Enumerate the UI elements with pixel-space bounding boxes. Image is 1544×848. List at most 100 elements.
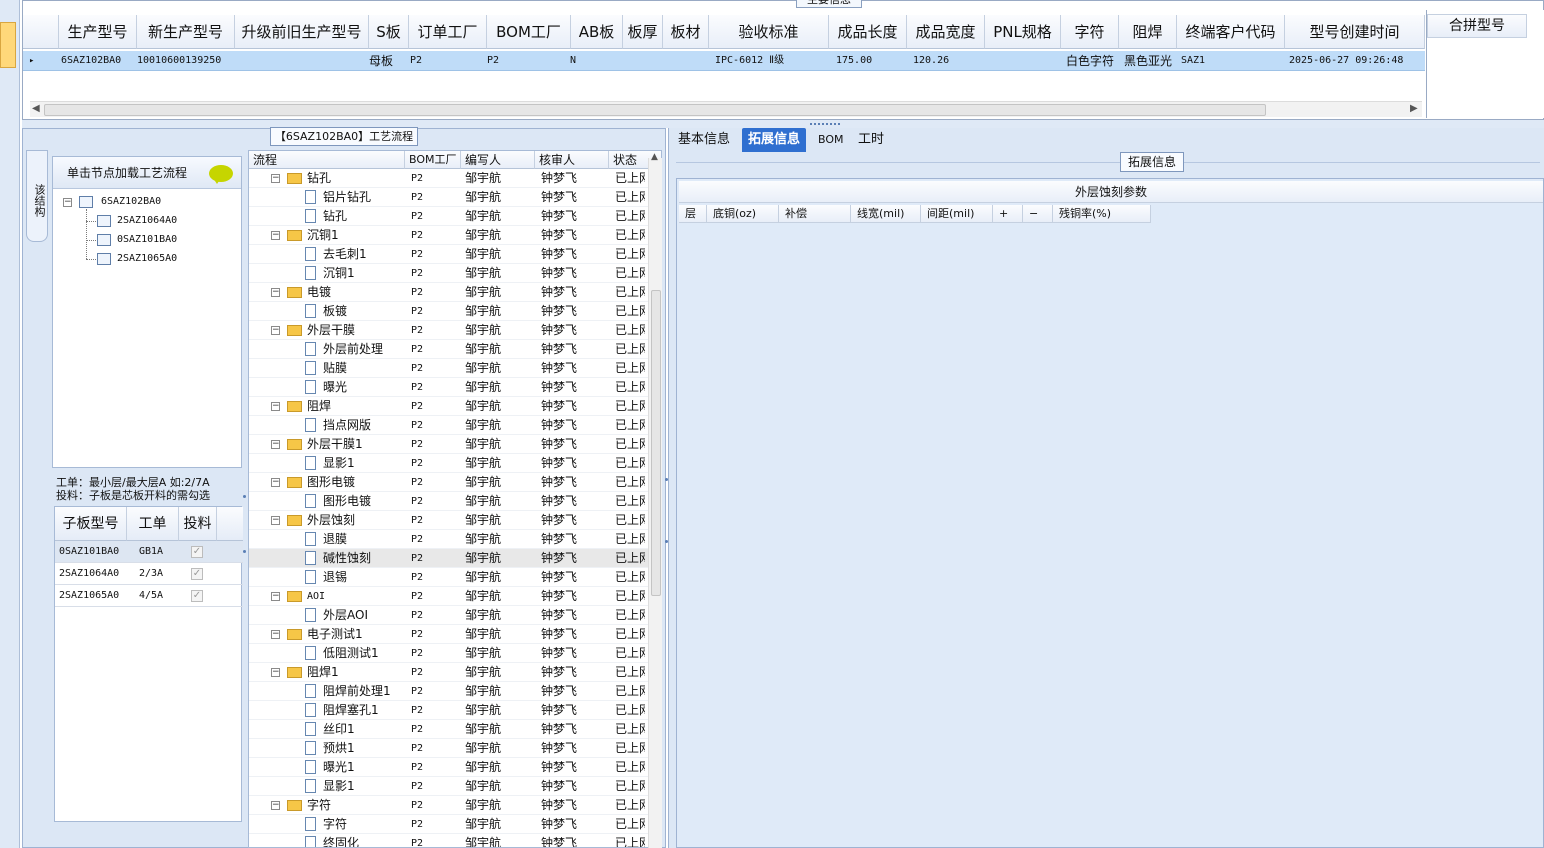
flow-row[interactable]: − 图形电镀 P2邹宇航钟梦飞已上网	[249, 473, 649, 492]
flow-row[interactable]: − AOI P2邹宇航钟梦飞已上网	[249, 587, 649, 606]
flow-writer[interactable]: 邹宇航	[465, 606, 525, 625]
flow-row[interactable]: 沉铜1 P2邹宇航钟梦飞已上网	[249, 264, 649, 283]
flow-factory[interactable]: P2	[411, 454, 471, 473]
flow-status[interactable]: 已上网	[615, 188, 645, 207]
flow-row[interactable]: 碱性蚀刻 P2邹宇航钟梦飞已上网	[249, 549, 649, 568]
cell-acceptance[interactable]: IPC-6012 Ⅱ级	[715, 51, 784, 71]
flow-reviewer[interactable]: 钟梦飞	[541, 777, 601, 796]
flow-status[interactable]: 已上网	[615, 834, 645, 847]
flow-row[interactable]: 曝光 P2邹宇航钟梦飞已上网	[249, 378, 649, 397]
col-header[interactable]: 升级前旧生产型号	[235, 15, 369, 49]
flow-name[interactable]: 丝印1	[323, 720, 403, 739]
flow-reviewer[interactable]: 钟梦飞	[541, 359, 601, 378]
collapse-icon[interactable]: −	[271, 630, 280, 639]
grid-corner[interactable]	[23, 15, 59, 49]
sub-model-cell[interactable]: 2SAZ1064A0	[59, 563, 119, 585]
tree-child[interactable]: 2SAZ1065A0	[117, 253, 177, 264]
collapse-icon[interactable]: −	[63, 198, 72, 207]
flow-factory[interactable]: P2	[411, 188, 471, 207]
col-layer[interactable]: 层	[679, 205, 707, 223]
cell-ab-board[interactable]: N	[570, 51, 576, 71]
flow-row[interactable]: − 沉铜1 P2邹宇航钟梦飞已上网	[249, 226, 649, 245]
table-row[interactable]: 2SAZ1064A0 2/3A ✓	[55, 563, 243, 585]
feed-checkbox[interactable]: ✓	[191, 546, 203, 558]
flow-reviewer[interactable]: 钟梦飞	[541, 663, 601, 682]
flow-factory[interactable]: P2	[411, 302, 471, 321]
flow-name[interactable]: 电子测试1	[307, 625, 387, 644]
col-header[interactable]: 板厚	[623, 15, 663, 49]
flow-name[interactable]: 字符	[307, 796, 387, 815]
flow-status[interactable]: 已上网	[615, 321, 645, 340]
flow-writer[interactable]: 邹宇航	[465, 397, 525, 416]
flow-status[interactable]: 已上网	[615, 226, 645, 245]
cell-length[interactable]: 175.00	[836, 51, 872, 71]
flow-name[interactable]: 外层干膜1	[307, 435, 387, 454]
flow-name[interactable]: 碱性蚀刻	[323, 549, 403, 568]
flow-row[interactable]: − 钻孔 P2邹宇航钟梦飞已上网	[249, 169, 649, 188]
flow-status[interactable]: 已上网	[615, 397, 645, 416]
flow-name[interactable]: 预烘1	[323, 739, 403, 758]
flow-writer[interactable]: 邹宇航	[465, 454, 525, 473]
flow-status[interactable]: 已上网	[615, 264, 645, 283]
flow-reviewer[interactable]: 钟梦飞	[541, 549, 601, 568]
col-header[interactable]: BOM工厂	[487, 15, 571, 49]
flow-factory[interactable]: P2	[411, 606, 471, 625]
flow-row[interactable]: 贴膜 P2邹宇航钟梦飞已上网	[249, 359, 649, 378]
flow-reviewer[interactable]: 钟梦飞	[541, 587, 601, 606]
flow-reviewer[interactable]: 钟梦飞	[541, 644, 601, 663]
cell-customer-code[interactable]: SAZ1	[1181, 51, 1205, 71]
col-header[interactable]: 型号创建时间	[1285, 15, 1425, 49]
flow-writer[interactable]: 邹宇航	[465, 644, 525, 663]
flow-reviewer[interactable]: 钟梦飞	[541, 473, 601, 492]
flow-reviewer[interactable]: 钟梦飞	[541, 739, 601, 758]
col-header[interactable]: AB板	[571, 15, 623, 49]
col-line-width[interactable]: 线宽(mil)	[851, 205, 921, 223]
flow-factory[interactable]: P2	[411, 283, 471, 302]
col-compensation[interactable]: 补偿	[779, 205, 851, 223]
flow-factory[interactable]: P2	[411, 777, 471, 796]
col-header[interactable]: 订单工厂	[409, 15, 487, 49]
flow-writer[interactable]: 邹宇航	[465, 473, 525, 492]
cell-s-board[interactable]: 母板	[369, 51, 393, 71]
flow-reviewer[interactable]: 钟梦飞	[541, 758, 601, 777]
flow-row[interactable]: − 外层干膜 P2邹宇航钟梦飞已上网	[249, 321, 649, 340]
scroll-thumb[interactable]	[651, 290, 661, 596]
scroll-thumb[interactable]	[44, 104, 1266, 116]
flow-reviewer[interactable]: 钟梦飞	[541, 435, 601, 454]
flow-reviewer[interactable]: 钟梦飞	[541, 397, 601, 416]
flow-writer[interactable]: 邹宇航	[465, 378, 525, 397]
flow-reviewer[interactable]: 钟梦飞	[541, 378, 601, 397]
flow-row[interactable]: 退锡 P2邹宇航钟梦飞已上网	[249, 568, 649, 587]
flow-reviewer[interactable]: 钟梦飞	[541, 492, 601, 511]
flow-writer[interactable]: 邹宇航	[465, 226, 525, 245]
cell-bom-factory[interactable]: P2	[487, 51, 499, 71]
flow-factory[interactable]: P2	[411, 834, 471, 847]
flow-factory[interactable]: P2	[411, 435, 471, 454]
flow-reviewer[interactable]: 钟梦飞	[541, 169, 601, 188]
cell-solder[interactable]: 黑色亚光	[1124, 51, 1172, 71]
flow-factory[interactable]: P2	[411, 397, 471, 416]
col-spacing[interactable]: 间距(mil)	[921, 205, 993, 223]
collapse-icon[interactable]: −	[271, 231, 280, 240]
flow-reviewer[interactable]: 钟梦飞	[541, 454, 601, 473]
flow-status[interactable]: 已上网	[615, 511, 645, 530]
flow-name[interactable]: 阻焊前处理1	[323, 682, 403, 701]
flow-status[interactable]: 已上网	[615, 378, 645, 397]
order-cell[interactable]: GB1A	[139, 541, 163, 563]
flow-writer[interactable]: 邹宇航	[465, 625, 525, 644]
flow-status[interactable]: 已上网	[615, 796, 645, 815]
flow-reviewer[interactable]: 钟梦飞	[541, 701, 601, 720]
flow-writer[interactable]: 邹宇航	[465, 701, 525, 720]
flow-name[interactable]: 字符	[323, 815, 403, 834]
flow-row[interactable]: 退膜 P2邹宇航钟梦飞已上网	[249, 530, 649, 549]
collapse-icon[interactable]: −	[271, 668, 280, 677]
collapse-icon[interactable]: −	[271, 402, 280, 411]
flow-factory[interactable]: P2	[411, 245, 471, 264]
order-cell[interactable]: 2/3A	[139, 563, 163, 585]
merge-header[interactable]: 合拼型号	[1427, 14, 1527, 38]
flow-writer[interactable]: 邹宇航	[465, 264, 525, 283]
flow-factory[interactable]: P2	[411, 492, 471, 511]
col-writer[interactable]: 编写人	[461, 151, 535, 169]
scroll-up-icon[interactable]: ▲	[651, 152, 658, 162]
flow-name[interactable]: 板镀	[323, 302, 403, 321]
